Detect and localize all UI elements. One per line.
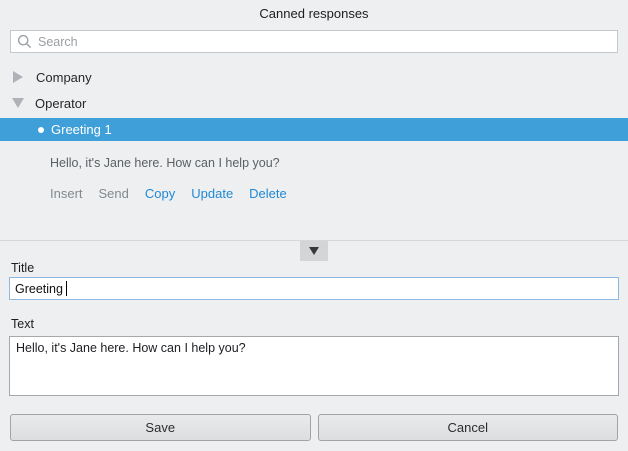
copy-link[interactable]: Copy [145, 186, 175, 201]
tree-group-label: Operator [35, 96, 86, 111]
response-tree: Company Operator Greeting 1 Hello, it's … [0, 64, 628, 201]
title-label: Title [11, 261, 34, 275]
expanded-arrow-icon [12, 98, 24, 108]
update-link[interactable]: Update [191, 186, 233, 201]
collapsed-arrow-icon [13, 71, 23, 83]
tree-item-greeting-1[interactable]: Greeting 1 [0, 118, 628, 141]
text-caret [66, 281, 67, 296]
title-input[interactable] [9, 277, 619, 300]
chevron-down-icon [309, 247, 319, 255]
cancel-button[interactable]: Cancel [318, 414, 619, 441]
collapse-editor-button[interactable] [300, 241, 328, 261]
response-preview-text: Hello, it's Jane here. How can I help yo… [50, 156, 628, 170]
bullet-icon [38, 127, 44, 133]
response-actions: Insert Send Copy Update Delete [50, 186, 628, 201]
tree-group-company[interactable]: Company [0, 64, 628, 90]
text-input[interactable]: Hello, it's Jane here. How can I help yo… [9, 336, 619, 396]
tree-item-label: Greeting 1 [51, 122, 112, 137]
footer-buttons: Save Cancel [10, 414, 618, 441]
search-icon [17, 34, 32, 49]
save-button[interactable]: Save [10, 414, 311, 441]
insert-link[interactable]: Insert [50, 186, 83, 201]
send-link[interactable]: Send [99, 186, 129, 201]
page-title: Canned responses [0, 6, 628, 21]
search-box [10, 30, 618, 53]
search-input[interactable] [10, 30, 618, 53]
delete-link[interactable]: Delete [249, 186, 287, 201]
tree-group-operator[interactable]: Operator [0, 90, 628, 116]
text-label: Text [11, 317, 34, 331]
tree-group-label: Company [36, 70, 92, 85]
canned-responses-panel: Canned responses Company Operator Greeti… [0, 0, 628, 451]
